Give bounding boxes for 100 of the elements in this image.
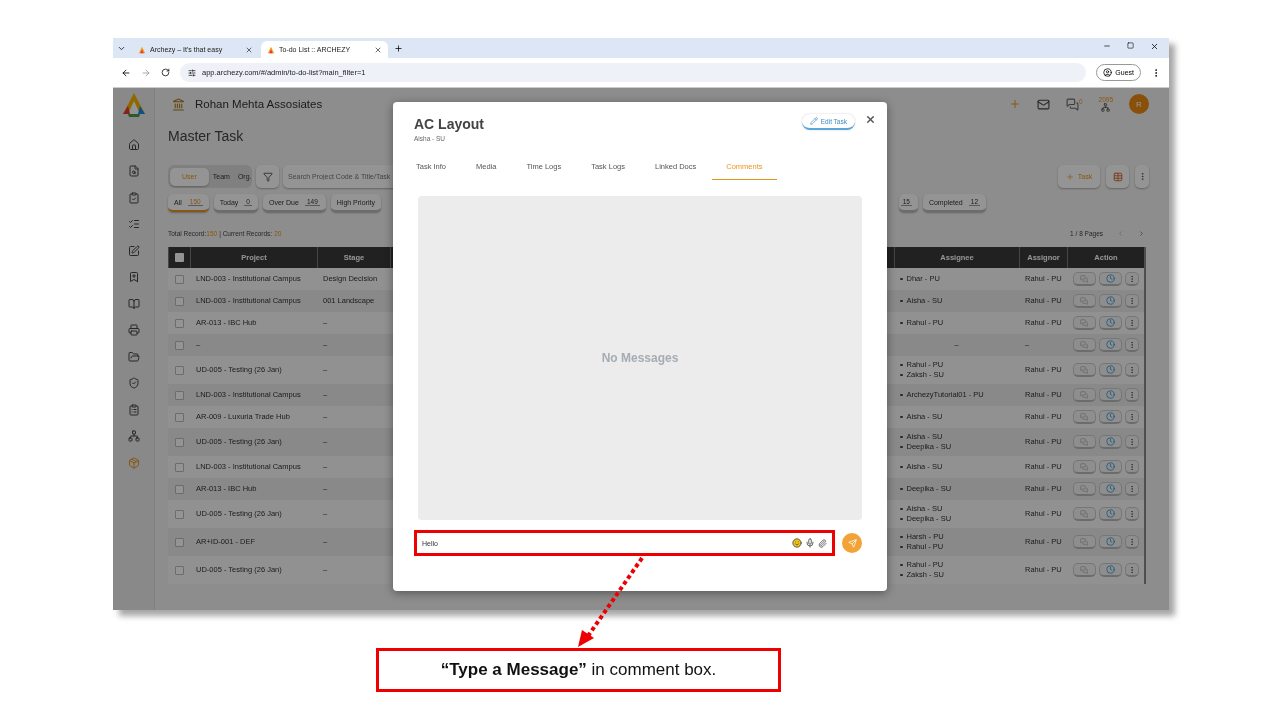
network-icon[interactable] [127,430,140,442]
comment-button[interactable] [1072,388,1096,402]
more-button[interactable] [1124,535,1139,549]
new-tab-icon[interactable] [394,43,403,53]
user-icon [1103,68,1113,77]
more-button[interactable] [1124,435,1139,449]
checkbox[interactable] [175,253,184,262]
more-button[interactable] [1124,294,1139,308]
time-log-button[interactable] [1098,460,1122,474]
emoji-icon[interactable] [792,538,803,548]
time-log-button[interactable] [1098,410,1122,424]
checkbox[interactable] [174,565,184,575]
clock-icon [1105,484,1115,493]
comment-button[interactable] [1072,482,1096,496]
more-button[interactable] [1124,460,1139,474]
previous-icon[interactable] [1117,229,1124,237]
send-button[interactable] [842,533,862,553]
checkbox[interactable] [174,365,184,375]
site-info-icon[interactable] [188,68,196,77]
chat-icon [1080,274,1088,283]
comment-button[interactable] [1072,294,1096,308]
checkbox[interactable] [174,318,184,328]
printer-icon[interactable] [127,324,140,336]
time-log-button[interactable] [1098,294,1122,308]
network-icon[interactable] [1101,103,1111,112]
comment-button[interactable] [1072,410,1096,424]
edit-icon[interactable] [127,244,140,257]
checklist-icon[interactable] [127,218,140,230]
reload-icon[interactable] [161,68,170,77]
clock-icon [1105,537,1115,546]
next-icon[interactable] [1138,229,1145,237]
time-log-button[interactable] [1098,535,1122,549]
back-icon[interactable] [121,67,131,78]
checkbox[interactable] [174,274,184,284]
time-log-button[interactable] [1098,507,1122,521]
time-log-button[interactable] [1098,316,1122,330]
time-log-button[interactable] [1098,388,1122,402]
clock-icon [1105,318,1115,327]
close-button[interactable] [865,114,876,125]
close-icon[interactable] [374,45,382,54]
time-log-button[interactable] [1098,435,1122,449]
close-icon[interactable] [245,45,253,54]
clipboard-icon[interactable] [127,403,140,416]
clock-icon [1105,437,1115,446]
more-button[interactable] [1124,272,1139,286]
time-log-button[interactable] [1098,563,1122,577]
table-icon [1112,171,1123,182]
table-view-button[interactable] [1106,165,1129,188]
comment-button[interactable] [1072,507,1096,521]
checkbox[interactable] [174,437,184,447]
chat-icon[interactable] [1065,97,1079,111]
bookmark-icon[interactable] [127,271,140,283]
checkbox[interactable] [174,537,184,547]
dialog-title: AC Layout [414,116,484,132]
comment-button[interactable] [1072,272,1096,286]
book-icon[interactable] [127,297,140,310]
more-button[interactable] [1124,388,1139,402]
package-icon[interactable] [127,456,140,469]
microphone-icon[interactable] [805,538,816,548]
bullet-icon [900,363,903,367]
checkbox[interactable] [174,340,184,350]
attachment-icon[interactable] [818,538,828,548]
time-log-button[interactable] [1098,363,1122,377]
more-button[interactable] [1124,338,1139,352]
add-icon[interactable] [1008,98,1021,110]
checkbox[interactable] [174,296,184,306]
comment-button[interactable] [1072,338,1096,352]
checkbox[interactable] [174,462,184,472]
checkbox[interactable] [174,509,184,519]
file-search-icon[interactable] [127,165,140,177]
close-icon[interactable] [1150,41,1159,51]
checkbox[interactable] [174,412,184,422]
shield-icon[interactable] [127,377,140,389]
folder-icon[interactable] [127,350,140,363]
chat-icon [1080,318,1088,327]
more-button[interactable] [1124,410,1139,424]
comment-button[interactable] [1072,363,1096,377]
comment-button[interactable] [1072,460,1096,474]
comment-button[interactable] [1072,563,1096,577]
more-button[interactable] [1124,316,1139,330]
time-log-button[interactable] [1098,272,1122,286]
more-button[interactable] [1135,165,1149,188]
clipboard-check-icon[interactable] [127,191,140,204]
restore-icon[interactable] [1127,41,1134,49]
checkbox[interactable] [174,390,184,400]
comment-button[interactable] [1072,316,1096,330]
bullet-icon [900,415,903,419]
home-icon[interactable] [127,138,140,151]
more-button[interactable] [1124,563,1139,577]
filter-button[interactable] [256,165,279,188]
comment-button[interactable] [1072,535,1096,549]
checkbox[interactable] [174,484,184,494]
more-button[interactable] [1124,482,1139,496]
more-button[interactable] [1124,363,1139,377]
time-log-button[interactable] [1098,338,1122,352]
comment-button[interactable] [1072,435,1096,449]
mail-icon[interactable] [1036,97,1050,111]
more-button[interactable] [1124,507,1139,521]
forward-icon[interactable] [141,67,151,78]
time-log-button[interactable] [1098,482,1122,496]
